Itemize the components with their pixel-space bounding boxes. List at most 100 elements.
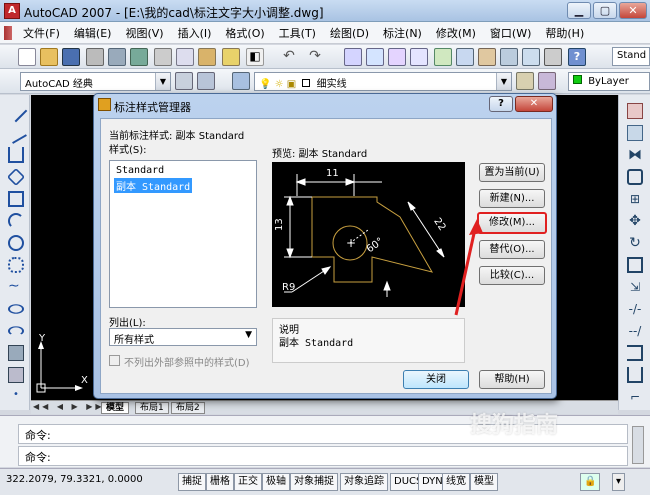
cut-icon[interactable] <box>154 48 172 66</box>
chamfer-icon[interactable]: ⌐ <box>627 389 643 405</box>
erase-icon[interactable] <box>627 103 643 119</box>
set-current-button[interactable]: 置为当前(U) <box>479 163 545 182</box>
publish-icon[interactable] <box>130 48 148 66</box>
layer-manager-icon[interactable] <box>232 72 250 90</box>
compare-style-button[interactable]: 比较(C)... <box>479 266 545 285</box>
new-file-icon[interactable] <box>18 48 36 66</box>
block-editor-icon[interactable]: ◧ <box>246 48 264 66</box>
color-combo[interactable]: ByLayer <box>568 72 650 91</box>
save-workspace-icon[interactable] <box>197 72 215 90</box>
insert-block-icon[interactable] <box>8 345 24 361</box>
menu-edit[interactable]: 编辑(E) <box>67 25 119 41</box>
zoom-window-icon[interactable] <box>388 48 406 66</box>
line-icon[interactable] <box>4 99 28 123</box>
xref-checkbox[interactable] <box>109 355 120 366</box>
zoom-previous-icon[interactable] <box>410 48 428 66</box>
redo-icon[interactable]: ↷ <box>306 48 324 66</box>
lineweight-toggle[interactable]: 线宽 <box>442 473 470 491</box>
style-list-item-copy-standard[interactable]: 副本 Standard <box>114 178 193 193</box>
otrack-toggle[interactable]: 对象追踪 <box>340 473 388 491</box>
maximize-button[interactable]: ▢ <box>593 2 617 19</box>
workspace-combo[interactable]: AutoCAD 经典 ▼ <box>20 72 171 91</box>
dialog-close-button[interactable]: ✕ <box>515 96 553 112</box>
layer-combo[interactable]: 💡 ☼ ▣ 细实线 ▼ <box>254 72 512 91</box>
list-filter-select[interactable]: 所有样式 ▼ <box>109 328 257 346</box>
save-icon[interactable] <box>62 48 80 66</box>
copy-icon[interactable] <box>176 48 194 66</box>
array-icon[interactable]: ⊞ <box>627 191 643 207</box>
move-icon[interactable]: ✥ <box>627 213 643 229</box>
mirror-icon[interactable]: ⧓ <box>627 147 643 163</box>
polyline-icon[interactable] <box>8 147 24 163</box>
minimize-button[interactable]: ▁ <box>567 2 591 19</box>
ortho-toggle[interactable]: 正交 <box>234 473 262 491</box>
osnap-toggle[interactable]: 对象捕捉 <box>290 473 338 491</box>
dialog-help-action-button[interactable]: 帮助(H) <box>479 370 545 389</box>
calculator-icon[interactable] <box>544 48 562 66</box>
tab-layout1[interactable]: 布局1 <box>135 402 169 414</box>
extend-icon[interactable]: --/ <box>627 323 643 339</box>
polygon-icon[interactable] <box>6 167 26 187</box>
menu-format[interactable]: 格式(O) <box>218 25 271 41</box>
point-icon[interactable]: • <box>8 389 24 405</box>
text-style-combo[interactable]: Stand <box>612 47 650 66</box>
new-style-button[interactable]: 新建(N)... <box>479 189 545 208</box>
revision-cloud-icon[interactable] <box>8 257 24 273</box>
modify-style-button[interactable]: 修改(M)... <box>477 212 547 234</box>
style-list-item-standard[interactable]: Standard <box>114 165 166 176</box>
design-center-icon[interactable] <box>456 48 474 66</box>
markup-icon[interactable] <box>522 48 540 66</box>
sheet-set-icon[interactable] <box>500 48 518 66</box>
style-list[interactable]: Standard 副本 Standard <box>109 160 257 308</box>
paste-icon[interactable] <box>198 48 216 66</box>
snap-toggle[interactable]: 捕捉 <box>178 473 206 491</box>
menu-file[interactable]: 文件(F) <box>16 25 67 41</box>
menu-draw[interactable]: 绘图(D) <box>323 25 376 41</box>
override-style-button[interactable]: 替代(O)... <box>479 240 545 259</box>
menu-insert[interactable]: 插入(I) <box>171 25 219 41</box>
join-icon[interactable] <box>627 367 643 383</box>
undo-icon[interactable]: ↶ <box>280 48 298 66</box>
menu-window[interactable]: 窗口(W) <box>483 25 538 41</box>
help-icon[interactable]: ? <box>568 48 586 66</box>
menu-view[interactable]: 视图(V) <box>118 25 170 41</box>
circle-icon[interactable] <box>8 235 24 251</box>
dialog-close-action-button[interactable]: 关闭 <box>403 370 469 389</box>
trim-icon[interactable]: -/- <box>627 301 643 317</box>
spline-icon[interactable]: ∼ <box>8 279 24 295</box>
ellipse-icon[interactable] <box>8 304 24 314</box>
offset-icon[interactable] <box>627 169 643 185</box>
menu-dimension[interactable]: 标注(N) <box>376 25 429 41</box>
print-icon[interactable] <box>86 48 104 66</box>
pan-icon[interactable] <box>344 48 362 66</box>
menu-tools[interactable]: 工具(T) <box>272 25 323 41</box>
match-properties-icon[interactable] <box>222 48 240 66</box>
tray-lock-icon[interactable]: 🔒 <box>580 473 601 491</box>
open-folder-icon[interactable] <box>40 48 58 66</box>
construction-line-icon[interactable] <box>5 122 27 144</box>
menu-modify[interactable]: 修改(M) <box>429 25 483 41</box>
rotate-icon[interactable]: ↻ <box>627 235 643 251</box>
stretch-icon[interactable]: ⇲ <box>627 279 643 295</box>
workspace-settings-icon[interactable] <box>175 72 193 90</box>
menu-help[interactable]: 帮助(H) <box>538 25 591 41</box>
tab-nav-arrows-icon[interactable]: ◀◀ ◀ ▶ ▶▶ <box>33 402 105 411</box>
print-preview-icon[interactable] <box>108 48 126 66</box>
make-block-icon[interactable] <box>8 367 24 383</box>
doc-icon[interactable] <box>4 25 12 40</box>
autocad-app-icon[interactable]: A <box>4 3 20 19</box>
tab-layout2[interactable]: 布局2 <box>171 402 205 414</box>
properties-icon[interactable] <box>434 48 452 66</box>
tray-settings-icon[interactable]: ▾ <box>612 473 626 491</box>
rectangle-icon[interactable] <box>8 191 24 207</box>
zoom-realtime-icon[interactable] <box>366 48 384 66</box>
command-scrollbar[interactable] <box>632 426 644 464</box>
grid-toggle[interactable]: 栅格 <box>206 473 234 491</box>
dialog-help-button[interactable]: ? <box>489 96 513 112</box>
scale-icon[interactable] <box>627 257 643 273</box>
polar-toggle[interactable]: 极轴 <box>262 473 290 491</box>
close-button[interactable]: ✕ <box>619 2 647 19</box>
tab-model[interactable]: 模型 <box>101 402 130 414</box>
tool-palettes-icon[interactable] <box>478 48 496 66</box>
copy-object-icon[interactable] <box>627 125 643 141</box>
